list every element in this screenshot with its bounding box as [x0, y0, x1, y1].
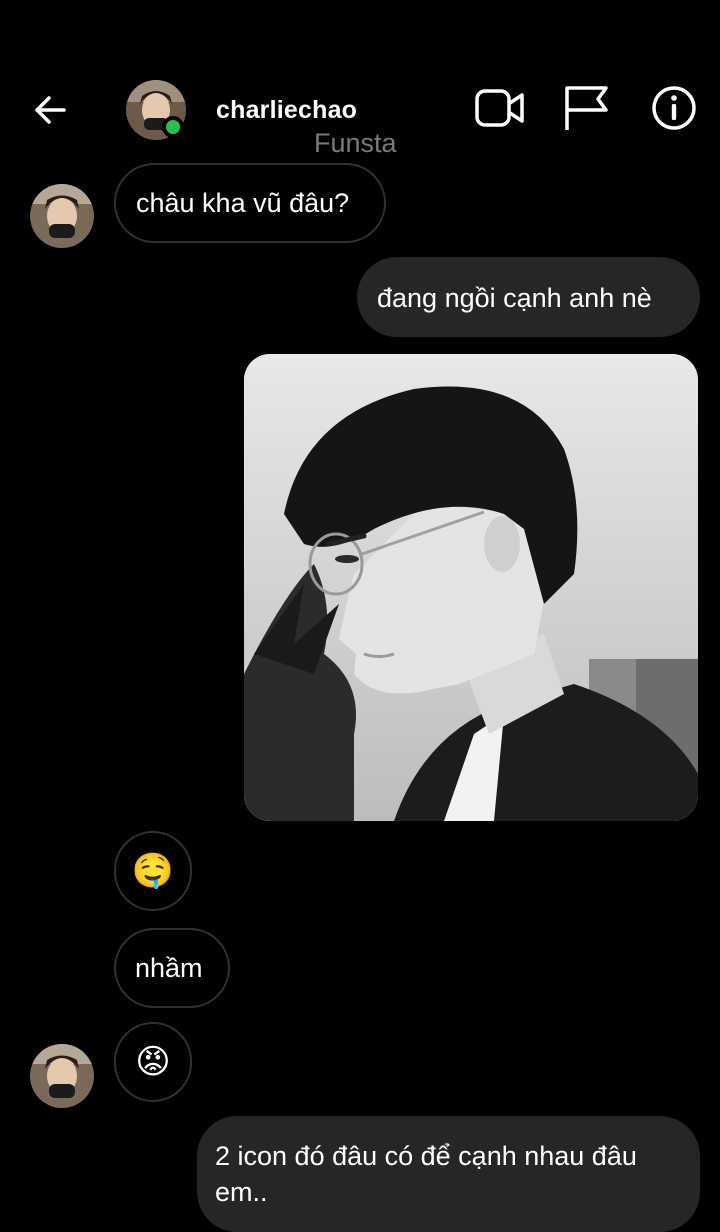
report-button[interactable] — [562, 84, 610, 132]
message-bubble-outgoing[interactable]: đang ngồi cạnh anh nè — [357, 257, 700, 337]
flag-icon — [565, 86, 608, 130]
sender-avatar[interactable] — [30, 1044, 94, 1108]
online-status-dot — [162, 116, 184, 138]
info-icon — [652, 86, 696, 130]
video-call-icon — [475, 89, 524, 127]
back-button[interactable] — [30, 90, 70, 130]
message-bubble-incoming[interactable]: nhầm — [114, 928, 230, 1008]
info-button[interactable] — [650, 84, 698, 132]
video-call-button[interactable] — [474, 86, 526, 130]
message-bubble-outgoing[interactable]: 2 icon đó đâu có để cạnh nhau đâu em.. — [197, 1116, 700, 1232]
contact-username[interactable]: charliechao — [216, 96, 357, 125]
sender-avatar[interactable] — [30, 184, 94, 248]
emoji-message[interactable]: 😡 — [114, 1022, 192, 1102]
message-bubble-incoming[interactable]: châu kha vũ đâu? — [114, 163, 386, 243]
arrow-left-icon — [35, 96, 66, 124]
photo-message[interactable] — [244, 354, 698, 821]
contact-subtitle: Funsta — [314, 128, 397, 158]
emoji-message[interactable]: 🤤 — [114, 831, 192, 911]
